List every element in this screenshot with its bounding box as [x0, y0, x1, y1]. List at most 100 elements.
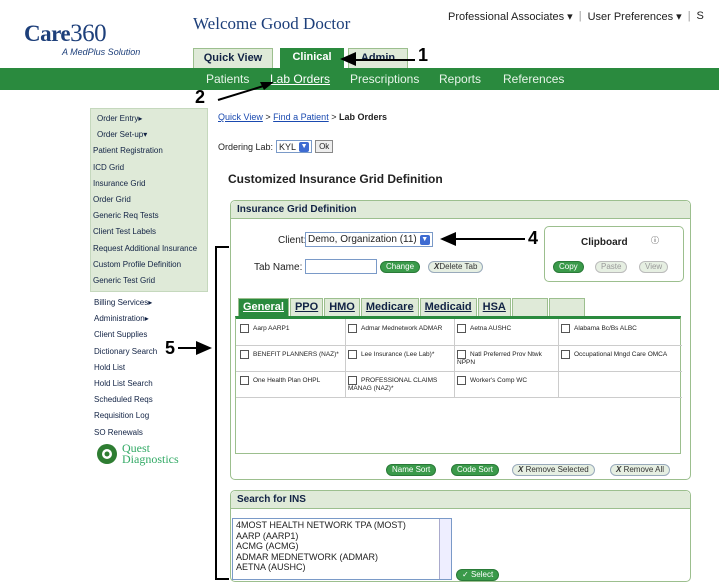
tab-ppo[interactable]: PPO [289, 298, 324, 316]
checkbox[interactable] [457, 350, 466, 359]
sidebar-item-client-supplies[interactable]: Client Supplies [90, 327, 208, 343]
remove-all-button[interactable]: X Remove All [610, 464, 671, 476]
grid-cell[interactable]: PROFESSIONAL CLAIMS MANAG (NAZ)* [346, 374, 452, 395]
nav-prescriptions[interactable]: Prescriptions [350, 72, 419, 86]
top-menu-item-truncated[interactable]: S [697, 10, 704, 23]
chevron-down-icon: ▾ [676, 11, 682, 23]
sidebar-item-so-renewals[interactable]: SO Renewals [90, 425, 208, 441]
checkbox[interactable] [561, 350, 570, 359]
sidebar-item-patient-registration[interactable]: Patient Registration [91, 143, 207, 159]
professional-associates-menu[interactable]: Professional Associates ▾ [448, 10, 573, 24]
insurance-grid-panel-title: Insurance Grid Definition [231, 201, 690, 219]
tab-medicaid[interactable]: Medicaid [419, 298, 477, 316]
grid-cell[interactable]: Alabama Bc/Bs ALBC [559, 322, 679, 335]
tab-empty-1[interactable] [511, 298, 548, 316]
sidebar-item-billing-services[interactable]: Billing Services▸ [90, 295, 208, 311]
breadcrumb-find-patient[interactable]: Find a Patient [273, 112, 329, 122]
sidebar-item-administration[interactable]: Administration▸ [90, 311, 208, 327]
list-item[interactable]: ACMG (ACMG) [236, 541, 448, 552]
tab-quick-view[interactable]: Quick View [193, 48, 273, 68]
code-sort-button[interactable]: Code Sort [451, 464, 500, 476]
sidebar-item-order-entry[interactable]: Order Entry▸ [91, 111, 207, 127]
select-button[interactable]: ✓ Select [456, 569, 500, 581]
paste-button[interactable]: Paste [595, 261, 628, 273]
grid-cell[interactable]: Admar Mednetwork ADMAR [346, 322, 452, 335]
sidebar-item-request-additional-insurance[interactable]: Request Additional Insurance [91, 241, 207, 257]
sidebar-item-hold-list-search[interactable]: Hold List Search [90, 376, 208, 392]
checkbox[interactable] [240, 324, 249, 333]
tab-admin[interactable]: Admin [348, 48, 408, 68]
tab-name-input[interactable] [305, 259, 377, 274]
sidebar-item-custom-profile-definition[interactable]: Custom Profile Definition [91, 257, 207, 273]
callout-bracket-5-top [215, 246, 229, 248]
delete-tab-button[interactable]: XDelete Tab [428, 261, 484, 273]
x-icon: X [616, 465, 624, 474]
sidebar-item-order-setup[interactable]: Order Set-up▾ [91, 127, 207, 143]
sidebar-item-insurance-grid[interactable]: Insurance Grid [91, 176, 207, 192]
checkbox[interactable] [348, 350, 357, 359]
grid-cell[interactable]: BENEFIT PLANNERS (NAZ)* [238, 348, 344, 361]
callout-line-4 [455, 238, 525, 240]
tab-clinical[interactable]: Clinical [280, 48, 344, 68]
checkbox[interactable] [240, 350, 249, 359]
client-label: Client: [278, 235, 307, 246]
grid-cell[interactable]: Lee Insurance (Lee Lab)* [346, 348, 452, 361]
list-item[interactable]: AARP (AARP1) [236, 531, 448, 542]
sidebar-item-client-test-labels[interactable]: Client Test Labels [91, 224, 207, 240]
change-button[interactable]: Change [380, 261, 421, 273]
callout-bracket-5 [215, 246, 217, 580]
grid-cell[interactable]: Natl Preferred Prov Ntwk NPPN [455, 348, 557, 369]
checkbox[interactable] [561, 324, 570, 333]
sidebar-item-requisition-log[interactable]: Requisition Log [90, 408, 208, 424]
clipboard-title: Clipboard [581, 237, 628, 248]
checkbox[interactable] [348, 376, 357, 385]
nav-reports[interactable]: Reports [439, 72, 481, 86]
list-item[interactable]: AETNA (AUSHC) [236, 562, 448, 573]
callout-number-1: 1 [418, 45, 429, 65]
grid-cell[interactable]: Aarp AARP1 [238, 322, 344, 335]
checkbox[interactable] [348, 324, 357, 333]
ok-button[interactable]: Ok [315, 140, 334, 153]
chevron-down-icon: ▾ [567, 11, 573, 23]
callout-line-5 [178, 347, 198, 349]
checkbox[interactable] [457, 376, 466, 385]
nav-references[interactable]: References [503, 72, 564, 86]
view-button[interactable]: View [639, 261, 669, 273]
sidebar-item-scheduled-reqs[interactable]: Scheduled Reqs [90, 392, 208, 408]
name-sort-button[interactable]: Name Sort [386, 464, 437, 476]
client-select[interactable]: Demo, Organization (11) ▼ [305, 232, 433, 247]
insurance-grid: Aarp AARP1 Admar Mednetwork ADMAR Aetna … [235, 316, 682, 454]
tab-hsa[interactable]: HSA [477, 298, 511, 316]
checkbox[interactable] [457, 324, 466, 333]
remove-selected-button[interactable]: X Remove Selected [512, 464, 595, 476]
ordering-lab-select[interactable]: KYL ▼ [276, 140, 313, 153]
grid-cell[interactable]: Occupational Mngd Care OMCA [559, 348, 679, 361]
tab-empty-2[interactable] [548, 298, 585, 316]
tab-general[interactable]: General [238, 298, 289, 316]
copy-button[interactable]: Copy [553, 261, 584, 273]
user-preferences-menu[interactable]: User Preferences ▾ [588, 10, 682, 24]
x-icon: X [518, 465, 526, 474]
callout-bracket-5-bottom [215, 578, 229, 580]
list-item[interactable]: 4MOST HEALTH NETWORK TPA (MOST) [236, 520, 448, 531]
tab-medicare[interactable]: Medicare [360, 298, 419, 316]
sidebar-item-generic-req-tests[interactable]: Generic Req Tests [91, 208, 207, 224]
grid-cell[interactable]: Aetna AUSHC [455, 322, 557, 335]
sidebar-item-hold-list[interactable]: Hold List [90, 360, 208, 376]
breadcrumb-quick-view[interactable]: Quick View [218, 112, 263, 122]
main-nav: Patients Lab Orders Prescriptions Report… [0, 68, 719, 90]
checkbox[interactable] [240, 376, 249, 385]
tab-hmo[interactable]: HMO [324, 298, 360, 316]
clipboard-box: Clipboard ⓘ Copy Paste View [544, 226, 684, 282]
sidebar-item-order-grid[interactable]: Order Grid [91, 192, 207, 208]
search-ins-title: Search for INS [231, 491, 690, 509]
grid-cell[interactable]: Worker's Comp WC [455, 374, 557, 387]
list-item[interactable]: ADMAR MEDNETWORK (ADMAR) [236, 552, 448, 563]
sidebar-item-generic-test-grid[interactable]: Generic Test Grid [91, 273, 207, 289]
grid-cell[interactable]: One Health Plan OHPL [238, 374, 344, 387]
listbox-scrollbar[interactable] [439, 519, 451, 579]
callout-number-2: 2 [195, 87, 206, 107]
help-icon[interactable]: ⓘ [651, 235, 659, 246]
insurance-listbox[interactable]: 4MOST HEALTH NETWORK TPA (MOST) AARP (AA… [232, 518, 452, 580]
sidebar-item-icd-grid[interactable]: ICD Grid [91, 160, 207, 176]
